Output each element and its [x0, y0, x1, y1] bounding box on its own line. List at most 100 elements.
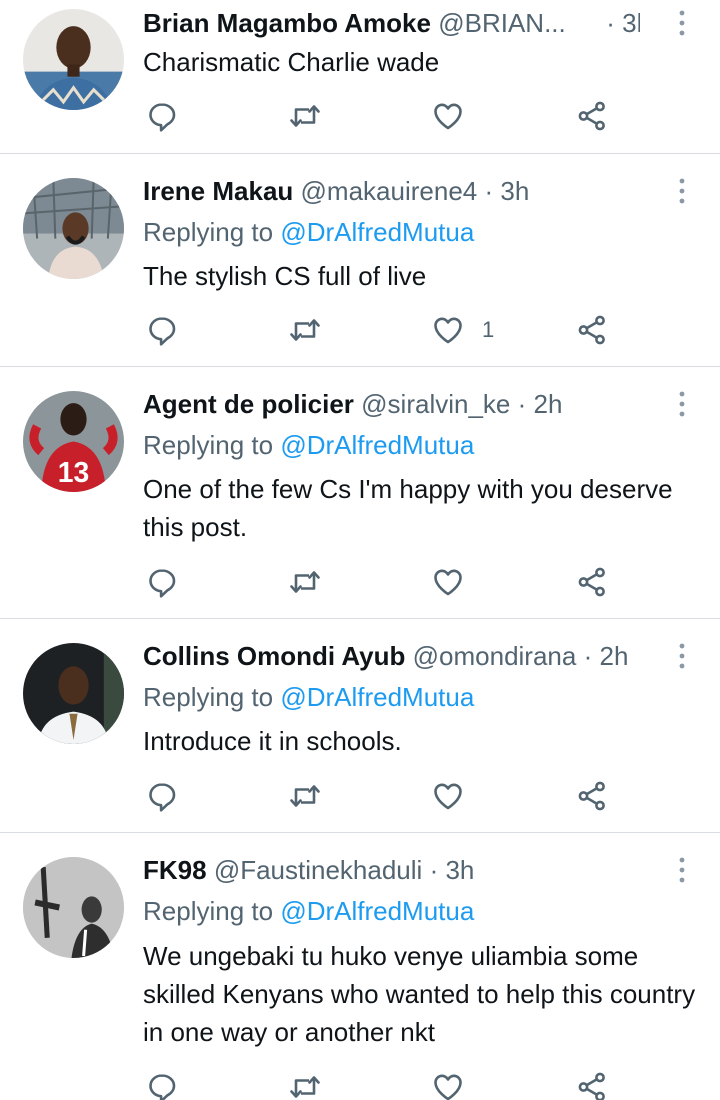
timestamp[interactable]: 3h [445, 855, 474, 885]
reply-button[interactable] [146, 96, 178, 136]
mention-link[interactable]: @DrAlfredMutua [280, 430, 474, 460]
replying-to-label: Replying to [143, 430, 281, 460]
tweet-text: Charismatic Charlie wade [143, 47, 440, 77]
tweet-text: The stylish CS full of live [143, 261, 427, 291]
tweet-text: Introduce it in schools. [143, 726, 402, 756]
like-button[interactable]: 1 [432, 310, 494, 350]
reply-icon [149, 1074, 176, 1100]
more-options-icon[interactable] [668, 174, 696, 208]
timestamp[interactable]: 2h [534, 389, 563, 419]
like-button[interactable] [432, 1067, 482, 1100]
more-options-icon[interactable] [668, 387, 696, 421]
tweet-card[interactable]: Collins Omondi Ayub @omondirana · 2h Rep… [0, 619, 720, 833]
author-handle[interactable]: @omondirana [413, 641, 577, 671]
author-name[interactable]: Brian Magambo Amoke [143, 8, 431, 38]
avatar[interactable] [23, 9, 124, 110]
separator-dot: · [484, 176, 494, 206]
more-options-icon[interactable] [668, 853, 696, 887]
retweet-icon [290, 319, 320, 341]
tweet-card[interactable]: 13 Agent de policier @siralvin_ke · 2h R… [0, 367, 720, 619]
avatar[interactable] [23, 178, 124, 279]
retweet-button[interactable] [289, 1067, 321, 1100]
share-button[interactable] [576, 776, 608, 816]
replying-to-line: Replying to @DrAlfredMutua [143, 894, 474, 928]
tweet-header: Brian Magambo Amoke @BRIAN... · 3h [143, 6, 640, 40]
avatar[interactable] [23, 643, 124, 744]
replying-to-label: Replying to [143, 896, 281, 926]
author-handle[interactable]: @makauirene4 [301, 176, 478, 206]
heart-icon [434, 317, 462, 344]
svg-text:13: 13 [58, 456, 89, 488]
mention-link[interactable]: @DrAlfredMutua [280, 217, 474, 247]
reply-button[interactable] [146, 310, 178, 350]
share-button[interactable] [576, 1067, 608, 1100]
author-handle[interactable]: @siralvin_ke [361, 389, 510, 419]
timestamp[interactable]: 3h [500, 176, 529, 206]
share-icon [578, 567, 605, 597]
tweet-header: Irene Makau @makauirene4 · 3h [143, 174, 640, 208]
more-options-icon[interactable] [668, 6, 696, 40]
share-icon [578, 315, 605, 345]
tweet-header: Collins Omondi Ayub @omondirana · 2h [143, 639, 640, 673]
separator-dot: · [606, 8, 615, 38]
like-button[interactable] [432, 776, 482, 816]
avatar[interactable] [23, 857, 124, 958]
tweet-header: Agent de policier @siralvin_ke · 2h [143, 387, 640, 421]
reply-icon [149, 103, 176, 132]
share-button[interactable] [576, 562, 608, 602]
replying-to-line: Replying to @DrAlfredMutua [143, 428, 474, 462]
heart-icon [434, 569, 462, 596]
mention-link[interactable]: @DrAlfredMutua [280, 896, 474, 926]
share-icon [578, 781, 605, 811]
share-button[interactable] [576, 310, 608, 350]
separator-dot: · [517, 389, 527, 419]
author-name[interactable]: Collins Omondi Ayub [143, 641, 405, 671]
retweet-icon [290, 1076, 320, 1098]
reply-feed: Brian Magambo Amoke @BRIAN... · 3h Chari… [0, 0, 720, 1100]
author-name[interactable]: FK98 [143, 855, 207, 885]
replying-to-label: Replying to [143, 682, 281, 712]
separator-dot: · [429, 855, 439, 885]
heart-icon [434, 1074, 462, 1100]
tweet-card[interactable]: Brian Magambo Amoke @BRIAN... · 3h Chari… [0, 0, 720, 154]
heart-icon [434, 783, 462, 810]
reply-icon [149, 783, 176, 812]
tweet-text: One of the few Cs I'm happy with you des… [143, 474, 673, 542]
timestamp[interactable]: 3h [622, 8, 640, 38]
like-count: 1 [482, 317, 495, 342]
timestamp[interactable]: 2h [600, 641, 629, 671]
like-button[interactable] [432, 96, 482, 136]
author-handle[interactable]: @BRIAN... [438, 8, 566, 38]
retweet-button[interactable] [289, 776, 321, 816]
separator-dot: · [583, 641, 593, 671]
reply-icon [149, 569, 176, 598]
retweet-button[interactable] [289, 96, 321, 136]
heart-icon [434, 103, 462, 130]
tweet-card[interactable]: Irene Makau @makauirene4 · 3h Replying t… [0, 154, 720, 367]
retweet-icon [290, 105, 320, 127]
retweet-icon [290, 571, 320, 593]
replying-to-label: Replying to [143, 217, 281, 247]
share-icon [578, 1072, 605, 1100]
mention-link[interactable]: @DrAlfredMutua [280, 682, 474, 712]
replying-to-line: Replying to @DrAlfredMutua [143, 680, 474, 714]
retweet-icon [290, 785, 320, 807]
retweet-button[interactable] [289, 562, 321, 602]
tweet-card[interactable]: FK98 @Faustinekhaduli · 3h Replying to @… [0, 833, 720, 1100]
replying-to-line: Replying to @DrAlfredMutua [143, 215, 474, 249]
author-name[interactable]: Agent de policier [143, 389, 354, 419]
reply-button[interactable] [146, 776, 178, 816]
avatar[interactable]: 13 [23, 391, 124, 492]
reply-icon [149, 317, 176, 346]
tweet-text: We ungebaki tu huko venye uliambia some … [143, 941, 696, 1047]
like-button[interactable] [432, 562, 482, 602]
share-button[interactable] [576, 96, 608, 136]
author-handle[interactable]: @Faustinekhaduli [214, 855, 423, 885]
reply-button[interactable] [146, 562, 178, 602]
more-options-icon[interactable] [668, 639, 696, 673]
share-icon [578, 101, 605, 131]
author-name[interactable]: Irene Makau [143, 176, 293, 206]
tweet-header: FK98 @Faustinekhaduli · 3h [143, 853, 640, 887]
reply-button[interactable] [146, 1067, 178, 1100]
retweet-button[interactable] [289, 310, 321, 350]
